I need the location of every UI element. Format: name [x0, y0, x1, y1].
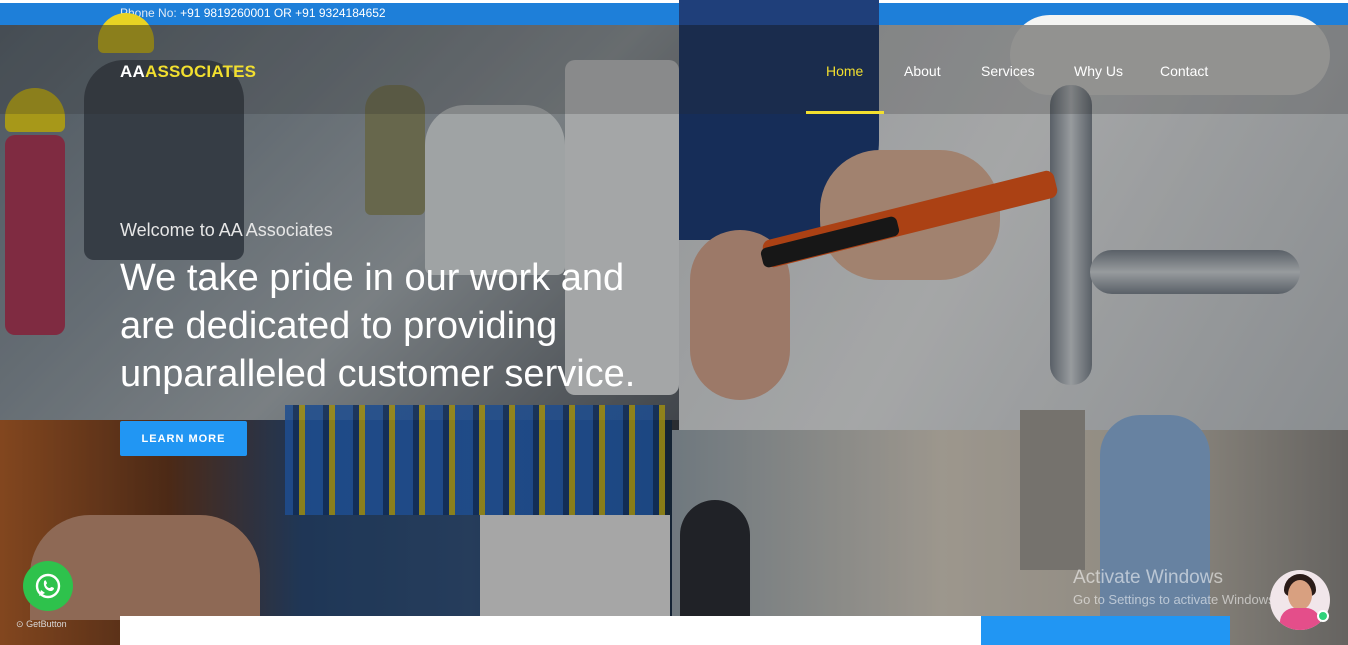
nav-why-us[interactable]: Why Us	[1074, 63, 1123, 83]
logo-part-aa: AA	[120, 62, 145, 81]
hero-welcome: Welcome to AA Associates	[120, 220, 333, 240]
nav-about[interactable]: About	[904, 63, 941, 83]
windows-watermark-subtitle: Go to Settings to activate Windows.	[1073, 592, 1279, 607]
nav-active-indicator	[806, 111, 884, 114]
nav-home[interactable]: Home	[826, 63, 863, 83]
avatar-face	[1288, 580, 1312, 610]
windows-watermark-title: Activate Windows	[1073, 567, 1223, 588]
bottom-content-strip	[120, 616, 981, 645]
getbutton-credit[interactable]: ⊙ GetButton	[16, 619, 67, 630]
nav-contact[interactable]: Contact	[1160, 63, 1208, 83]
nav-services[interactable]: Services	[981, 63, 1035, 83]
whatsapp-icon	[35, 573, 61, 599]
whatsapp-button[interactable]	[23, 561, 73, 611]
avatar-body	[1280, 608, 1320, 630]
phone-info: Phone No: +91 9819260001 OR +91 93241846…	[120, 6, 386, 20]
online-status-dot	[1317, 610, 1329, 622]
site-logo[interactable]: AAASSOCIATES	[120, 62, 256, 82]
hero-headline: We take pride in our work and are dedica…	[120, 257, 636, 395]
logo-part-associates: ASSOCIATES	[144, 62, 257, 81]
bottom-accent-strip	[981, 616, 1230, 645]
getbutton-label: GetButton	[26, 619, 67, 629]
learn-more-button[interactable]: LEARN MORE	[120, 421, 247, 456]
getbutton-icon: ⊙	[16, 619, 24, 629]
phone-numbers[interactable]: +91 9819260001 OR +91 9324184652	[180, 6, 386, 20]
